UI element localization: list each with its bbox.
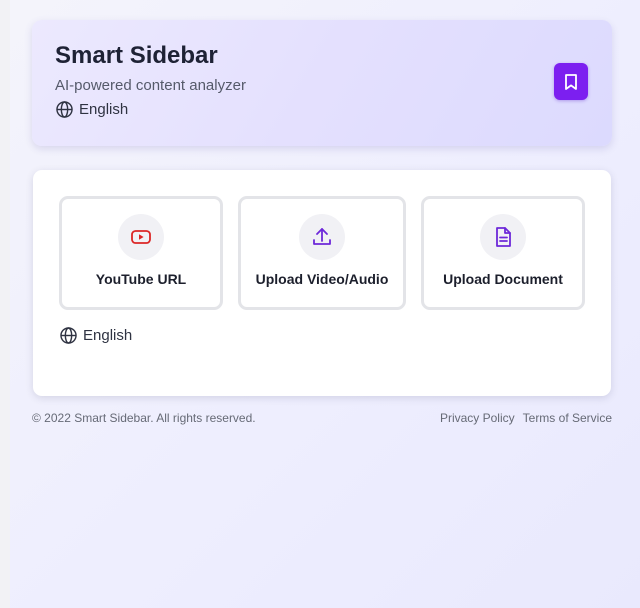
globe-icon [56, 101, 73, 118]
header-card: Smart Sidebar AI-powered content analyze… [32, 20, 612, 146]
youtube-url-option[interactable]: YouTube URL [59, 196, 223, 310]
app-subtitle: AI-powered content analyzer [55, 77, 246, 94]
upload-document-option[interactable]: Upload Document [421, 196, 585, 310]
upload-video-audio-label: Upload Video/Audio [255, 271, 389, 287]
input-options-card: YouTube URL Upload Video/Audio Upload Do… [33, 170, 611, 396]
youtube-icon [131, 230, 151, 244]
footer-links: Privacy Policy Terms of Service [440, 411, 612, 425]
globe-icon [60, 327, 77, 344]
upload-icon [313, 228, 331, 245]
terms-of-service-link[interactable]: Terms of Service [523, 411, 612, 425]
document-icon-circle [480, 214, 526, 260]
youtube-url-label: YouTube URL [95, 271, 187, 287]
main-language-selector[interactable]: English [59, 326, 132, 345]
header-language-label: English [79, 101, 129, 118]
youtube-icon-circle [118, 214, 164, 260]
upload-document-label: Upload Document [443, 271, 563, 287]
header-language-selector[interactable]: English [55, 100, 128, 119]
copyright-text: © 2022 Smart Sidebar. All rights reserve… [32, 411, 256, 425]
privacy-policy-link[interactable]: Privacy Policy [440, 411, 515, 425]
upload-icon-circle [299, 214, 345, 260]
main-language-label: English [83, 327, 133, 344]
upload-video-audio-option[interactable]: Upload Video/Audio [238, 196, 406, 310]
bookmark-icon [565, 73, 577, 90]
app-title: Smart Sidebar [55, 42, 218, 69]
bookmark-button[interactable] [554, 63, 588, 100]
document-icon [496, 227, 511, 247]
left-edge-strip [0, 0, 10, 608]
